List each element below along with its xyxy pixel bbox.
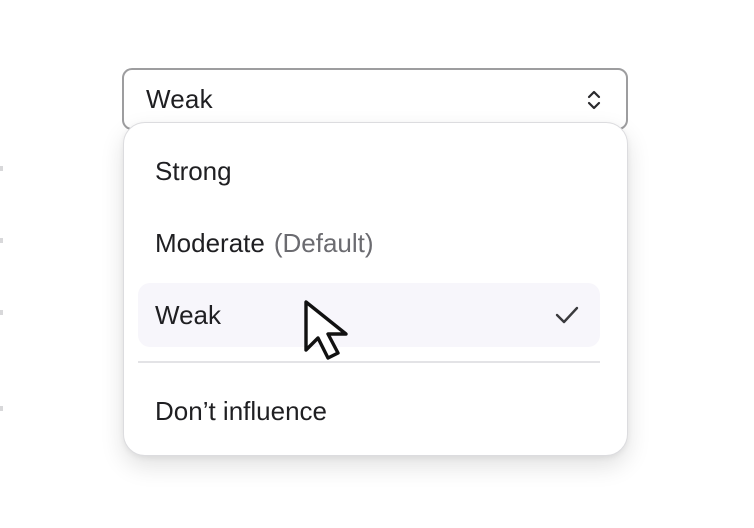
edge-tick [0, 166, 3, 171]
checkmark-icon [555, 306, 579, 324]
option-label: Weak [155, 299, 221, 330]
edge-tick [0, 238, 3, 243]
option-label: Don’t influence [155, 395, 327, 426]
select-dropdown-menu: Strong Moderate (Default) Weak Don’t inf… [123, 122, 628, 456]
influence-select[interactable]: Weak [122, 68, 628, 130]
chevron-up-down-icon [587, 90, 601, 110]
select-value: Weak [146, 83, 213, 114]
menu-divider [138, 361, 600, 363]
option-label: Strong [155, 155, 232, 186]
default-hint: (Default) [273, 227, 374, 258]
edge-tick [0, 310, 3, 315]
page: Weak Strong Moderate (Default) Weak Don’… [0, 0, 754, 528]
option-moderate[interactable]: Moderate (Default) [138, 211, 600, 275]
option-weak[interactable]: Weak [138, 283, 600, 347]
option-strong[interactable]: Strong [138, 139, 600, 203]
edge-tick [0, 406, 3, 411]
option-label: Moderate [155, 227, 265, 258]
option-dont-influence[interactable]: Don’t influence [138, 379, 600, 443]
